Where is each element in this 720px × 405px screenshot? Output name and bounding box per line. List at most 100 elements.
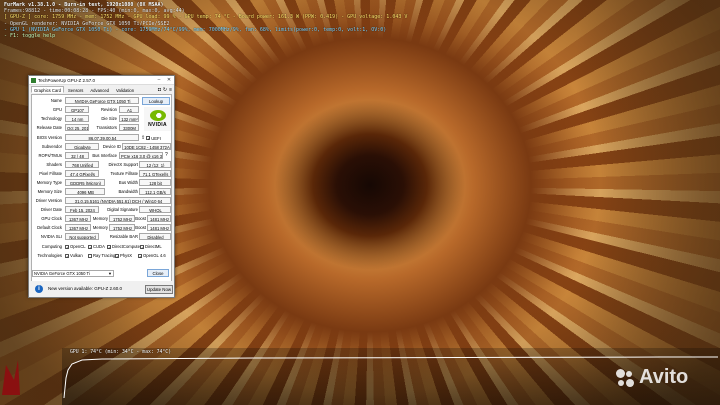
nvidia-logo: NVIDIA [144,107,171,131]
tab-validation[interactable]: Validation [113,86,137,93]
corner-logo-icon [2,360,20,395]
driver-version-label: Driver Version [35,198,62,203]
tab-advanced[interactable]: Advanced [87,86,112,93]
name-value: NVIDIA GeForce GTX 1050 Ti [65,97,139,104]
computing-item-label: DirectML [145,244,162,249]
gpuz-titlebar[interactable]: TechPowerUp GPU-Z 2.57.0 – ✕ [29,76,174,85]
gpu-clock-label: GPU Clock [41,216,62,221]
default-boost-label: Boost [135,225,146,230]
tech-item-label: Ray Tracing [93,253,116,258]
hud-line: - F1: toggle help [4,33,56,40]
driver-version-value: 31.0.15.5161 (NVIDIA 551.61) DCH / Win10… [65,197,171,204]
gpuz-title: TechPowerUp GPU-Z 2.57.0 [38,77,96,83]
memory-type-label: Memory Type [36,180,62,185]
tech-item-label: OpenGL 4.6 [143,253,166,258]
revision-value: A1 [119,106,139,113]
tech-physx: ✓ PhysX [115,253,132,258]
subvendor-value: Gigabyte [65,143,99,150]
rops-label: ROPs/TMUs [38,153,63,158]
directx-label: DirectX Support [108,162,138,167]
bandwidth-label: Bandwidth [118,189,138,194]
tech-item-label: Vulkan [70,253,83,258]
memory-clock-label: Memory [92,216,108,221]
tech-vulkan: ✓ Vulkan [65,253,83,258]
checkbox-icon [88,253,92,258]
digital-signature-label: Digital Signature [107,207,138,212]
close-icon[interactable]: ✕ [164,77,174,83]
boost-clock-label: Boost [135,216,146,221]
minimize-icon[interactable]: – [154,77,164,83]
nvidia-eye-icon [149,110,166,121]
close-button[interactable]: Close [147,269,169,277]
release-date-label: Release Date [36,125,62,130]
bios-label: BIOS Version [36,135,62,140]
refresh-icon[interactable]: ↻ [163,87,167,93]
technologies-label: Technologies [37,253,62,258]
help-icon[interactable]: ? [165,152,168,158]
default-memory-label: Memory [92,225,108,230]
tab-graphics-card[interactable]: Graphics Card [31,86,64,93]
computing-directml: ✓ DirectML [140,244,162,249]
computing-cuda: ✓ CUDA [88,244,105,249]
gpuz-app-icon [31,77,36,83]
digital-signature-value: WHQL [139,206,171,213]
update-notification: i New version available: GPU-Z 2.60.0 Up… [28,281,175,298]
subvendor-label: Subvendor [41,144,62,149]
gpu-label: GPU [52,107,62,112]
avito-logo-icon [614,367,636,389]
checkbox-icon: ✓ [115,253,120,259]
resizable-bar-label: Resizable BAR [109,234,138,239]
die-size-value: 132 mm² [119,115,139,122]
hud-line: [ GPU-Z ] core: 1759 MHz - mem: 1752 MHz… [4,14,408,21]
gpu-select-value: NVIDIA GeForce GTX 1050 Ti [34,271,90,276]
rops-value: 32 / 48 [65,152,89,159]
checkbox-icon: ✓ [65,244,70,250]
name-label: Name [50,98,62,103]
bios-save-icon[interactable]: ⇪ [141,135,145,141]
gpuz-bottom-bar: NVIDIA GeForce GTX 1050 Ti ▼ Close [31,269,172,279]
checkbox-icon: ✓ [65,253,70,259]
checkbox-icon: ✓ [138,253,143,259]
transistors-label: Transistors [96,125,117,130]
pixel-fillrate-value: 47.4 GPixel/s [65,170,99,177]
bios-value: 86.07.39.00.54 [65,134,139,141]
release-date-value: Oct 25, 2016 [65,124,89,131]
computing-opencl: ✓ OpenCL [65,244,86,249]
gpu-value: GP107 [65,106,89,113]
uefi-checkbox: ⇪ ✓ UEFI [141,135,161,141]
gpu-clock-value: 1367 MHz [65,215,91,222]
checkbox-icon: ✓ [107,244,112,250]
sli-value: Not supported [65,233,99,240]
gpuz-tabs: Graphics Card Sensors Advanced Validatio… [29,85,174,93]
gpuz-window: TechPowerUp GPU-Z 2.57.0 – ✕ Graphics Ca… [28,75,175,297]
device-id-value: 10DE 1C82 - 1458 372A [122,143,171,150]
camera-icon[interactable]: ◘ [158,87,161,93]
directx-value: 12 (12_1) [139,161,171,168]
tech-opengl: ✓ OpenGL 4.6 [138,253,166,258]
device-id-label: Device ID [102,144,121,149]
gpu-select[interactable]: NVIDIA GeForce GTX 1050 Ti ▼ [32,270,114,277]
shaders-label: Shaders [46,162,62,167]
transistors-value: 3300M [119,124,139,131]
bandwidth-value: 112.1 GB/s [139,188,171,195]
default-memory-value: 1752 MHz [109,224,135,231]
computing-item-label: CUDA [93,244,105,249]
menu-icon[interactable]: ≡ [169,87,172,93]
tab-sensors[interactable]: Sensors [65,86,86,93]
resizable-bar-value: Disabled [139,233,171,240]
technology-value: 14 nm [65,115,89,122]
memory-clock-value: 1752 MHz [109,215,135,222]
bus-width-label: Bus Width [118,180,138,185]
boost-clock-value: 1481 MHz [147,215,171,222]
update-now-button[interactable]: Update Now [145,285,173,294]
lookup-button[interactable]: Lookup [142,97,170,105]
checkbox-icon: ✓ [88,244,93,250]
avito-text: Avito [639,366,689,388]
avito-watermark: Avito [614,366,688,389]
tech-ray-tracing: Ray Tracing [88,253,115,258]
memory-size-label: Memory Size [37,189,62,194]
info-icon: i [35,285,43,293]
default-clock-label: Default Clock [37,225,62,230]
chevron-down-icon: ▼ [108,271,112,276]
hud-line: - GPU 1 (NVIDIA GeForce GTX 1050 Ti) - c… [4,26,387,33]
